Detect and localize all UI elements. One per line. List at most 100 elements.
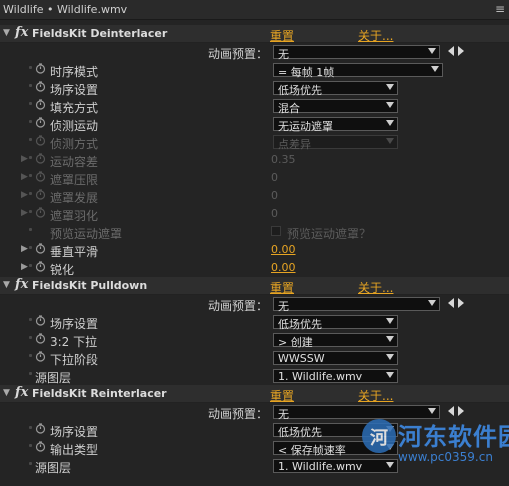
param-value: 1. Wildlife.wmv	[278, 370, 363, 383]
expand-arrow-icon[interactable]: ▶	[21, 190, 28, 200]
stopwatch-icon[interactable]	[35, 315, 46, 326]
watermark-name: 河东软件园	[398, 423, 509, 451]
param-row: 时序模式 = 每帧 1帧	[0, 61, 509, 79]
param-label: 运动容差	[50, 155, 99, 169]
effect-header[interactable]: ▼ fx FieldsKit Reinterlacer 重置 关于...	[0, 385, 509, 403]
indent-marker	[29, 462, 32, 465]
param-select[interactable]: 1. Wildlife.wmv	[273, 369, 398, 383]
preview-checkbox	[271, 226, 281, 236]
param-value: 1. Wildlife.wmv	[278, 460, 363, 473]
param-select[interactable]: 无运动遮罩	[273, 117, 398, 133]
stopwatch-icon[interactable]	[35, 207, 46, 218]
param-row: 3:2 下拉 > 创建	[0, 331, 509, 349]
expand-arrow-icon[interactable]: ▶	[21, 244, 28, 254]
preset-label: 动画预置：	[208, 47, 269, 61]
chevron-down-icon	[386, 354, 394, 360]
expand-arrow-icon[interactable]: ▶	[21, 154, 28, 164]
param-label: 预览运动遮罩	[50, 227, 123, 241]
param-select: 点差异	[273, 135, 398, 151]
indent-marker	[29, 66, 32, 69]
collapse-toggle-icon[interactable]: ▼	[3, 28, 10, 38]
stopwatch-icon[interactable]	[35, 351, 46, 362]
indent-marker	[29, 174, 32, 177]
chevron-down-icon	[386, 372, 394, 378]
preset-row: 动画预置： 无	[0, 295, 509, 313]
reset-link[interactable]: 重置	[270, 279, 294, 296]
fx-icon[interactable]: fx	[15, 25, 28, 40]
chevron-down-icon	[428, 300, 436, 306]
param-select[interactable]: 低场优先	[273, 315, 398, 331]
previous-preset-icon[interactable]	[448, 46, 454, 56]
collapse-toggle-icon[interactable]: ▼	[3, 388, 10, 398]
indent-marker	[29, 264, 32, 267]
fx-icon[interactable]: fx	[15, 385, 28, 400]
stopwatch-icon[interactable]	[35, 117, 46, 128]
stopwatch-icon[interactable]	[35, 333, 46, 344]
indent-marker	[29, 138, 32, 141]
fx-icon[interactable]: fx	[15, 277, 28, 292]
stopwatch-icon[interactable]	[35, 135, 46, 146]
reset-link[interactable]: 重置	[270, 27, 294, 44]
param-select[interactable]: > 创建	[273, 333, 398, 349]
chevron-down-icon	[386, 318, 394, 324]
param-select[interactable]: WWSSW	[273, 351, 398, 365]
about-link[interactable]: 关于...	[358, 387, 393, 404]
param-row: 侦测方式 点差异	[0, 133, 509, 151]
preset-select[interactable]: 无	[273, 297, 440, 313]
effect-name: FieldsKit Pulldown	[32, 279, 148, 292]
indent-marker	[29, 318, 32, 321]
stopwatch-icon[interactable]	[35, 441, 46, 452]
previous-preset-icon[interactable]	[448, 298, 454, 308]
param-value: 0.35	[271, 153, 296, 166]
watermark-logo-icon: 河	[362, 419, 396, 453]
stopwatch-icon[interactable]	[35, 423, 46, 434]
expand-arrow-icon[interactable]: ▶	[21, 172, 28, 182]
effect-header[interactable]: ▼ fx FieldsKit Deinterlacer 重置 关于...	[0, 25, 509, 43]
expand-arrow-icon[interactable]: ▶	[21, 262, 28, 272]
effect-name: FieldsKit Deinterlacer	[32, 27, 168, 40]
param-row: 下拉阶段 WWSSW	[0, 349, 509, 367]
preset-select[interactable]: 无	[273, 45, 440, 61]
chevron-down-icon	[386, 84, 394, 90]
param-select[interactable]: 低场优先	[273, 81, 398, 97]
param-select[interactable]: 混合	[273, 99, 398, 115]
watermark-logo-letter: 河	[370, 428, 388, 449]
stopwatch-icon[interactable]	[35, 99, 46, 110]
param-value: < 保存帧速率	[278, 444, 346, 457]
stopwatch-icon[interactable]	[35, 171, 46, 182]
stopwatch-icon[interactable]	[35, 153, 46, 164]
reset-link[interactable]: 重置	[270, 387, 294, 404]
param-value: WWSSW	[278, 352, 325, 365]
param-label: 输出类型	[50, 443, 99, 457]
effect-header[interactable]: ▼ fx FieldsKit Pulldown 重置 关于...	[0, 277, 509, 295]
stopwatch-icon[interactable]	[35, 261, 46, 272]
indent-marker	[29, 228, 32, 231]
chevron-down-icon	[428, 48, 436, 54]
preset-value: 无	[278, 300, 289, 313]
next-preset-icon[interactable]	[458, 298, 464, 308]
param-label: 源图层	[35, 371, 72, 385]
stopwatch-icon[interactable]	[35, 63, 46, 74]
indent-marker	[29, 426, 32, 429]
expand-arrow-icon[interactable]: ▶	[21, 208, 28, 218]
about-link[interactable]: 关于...	[358, 279, 393, 296]
panel-tab[interactable]: Wildlife • Wildlife.wmv ≡	[0, 0, 509, 20]
param-label: 侦测运动	[50, 119, 99, 133]
stopwatch-icon[interactable]	[35, 81, 46, 92]
param-label: 填充方式	[50, 101, 99, 115]
next-preset-icon[interactable]	[458, 46, 464, 56]
stopwatch-icon[interactable]	[35, 243, 46, 254]
param-value: 无运动遮罩	[278, 120, 333, 133]
indent-marker	[29, 246, 32, 249]
indent-marker	[29, 444, 32, 447]
param-value[interactable]: 0.00	[271, 261, 296, 274]
collapse-toggle-icon[interactable]: ▼	[3, 280, 10, 290]
panel-menu-icon[interactable]: ≡	[495, 2, 505, 16]
param-label: 下拉阶段	[50, 353, 99, 367]
about-link[interactable]: 关于...	[358, 27, 393, 44]
preset-row: 动画预置： 无	[0, 43, 509, 61]
param-select[interactable]: = 每帧 1帧	[273, 63, 443, 79]
param-value[interactable]: 0.00	[271, 243, 296, 256]
stopwatch-icon[interactable]	[35, 189, 46, 200]
param-row: ▶ 运动容差 0.35	[0, 151, 509, 169]
